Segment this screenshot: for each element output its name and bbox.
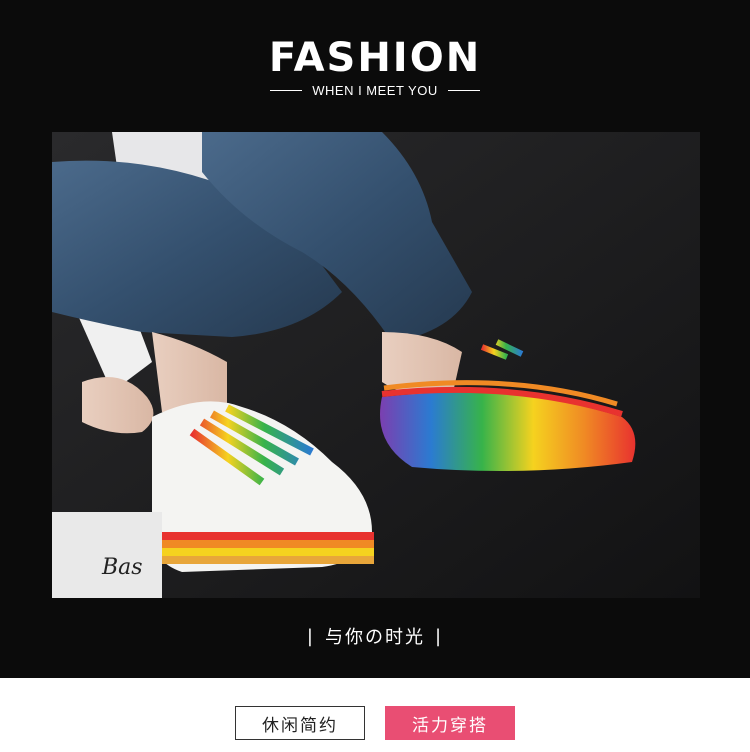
product-photo: Bas	[52, 132, 700, 598]
sole-stripe-yellow	[152, 548, 374, 556]
brand-title: FASHION	[268, 35, 482, 81]
divider-left	[270, 89, 303, 91]
tagline: | 与你の时光 |	[0, 622, 750, 650]
sole-stripe-orange	[152, 540, 374, 548]
tagline-bar-left: |	[306, 625, 315, 647]
magazine-text: Bas	[101, 555, 143, 580]
style-tags: 休闲简约 活力穿搭	[0, 706, 750, 740]
brand-subtitle: WHEN I MEET YOU	[0, 80, 750, 100]
sneaker-illustration: Bas	[52, 132, 700, 598]
tagline-bar-right: |	[435, 625, 444, 647]
tag-vibrant[interactable]: 活力穿搭	[385, 706, 515, 740]
subtitle-text: WHEN I MEET YOU	[312, 82, 438, 98]
sole-stripe-red	[152, 532, 374, 540]
tag-casual[interactable]: 休闲简约	[235, 706, 365, 740]
sole-stripe-amber	[152, 556, 374, 564]
divider-right	[447, 89, 480, 91]
hero-banner: FASHION WHEN I MEET YOU Bas | 与你の时光 |	[0, 0, 750, 678]
tagline-text: 与你の时光	[325, 627, 425, 648]
